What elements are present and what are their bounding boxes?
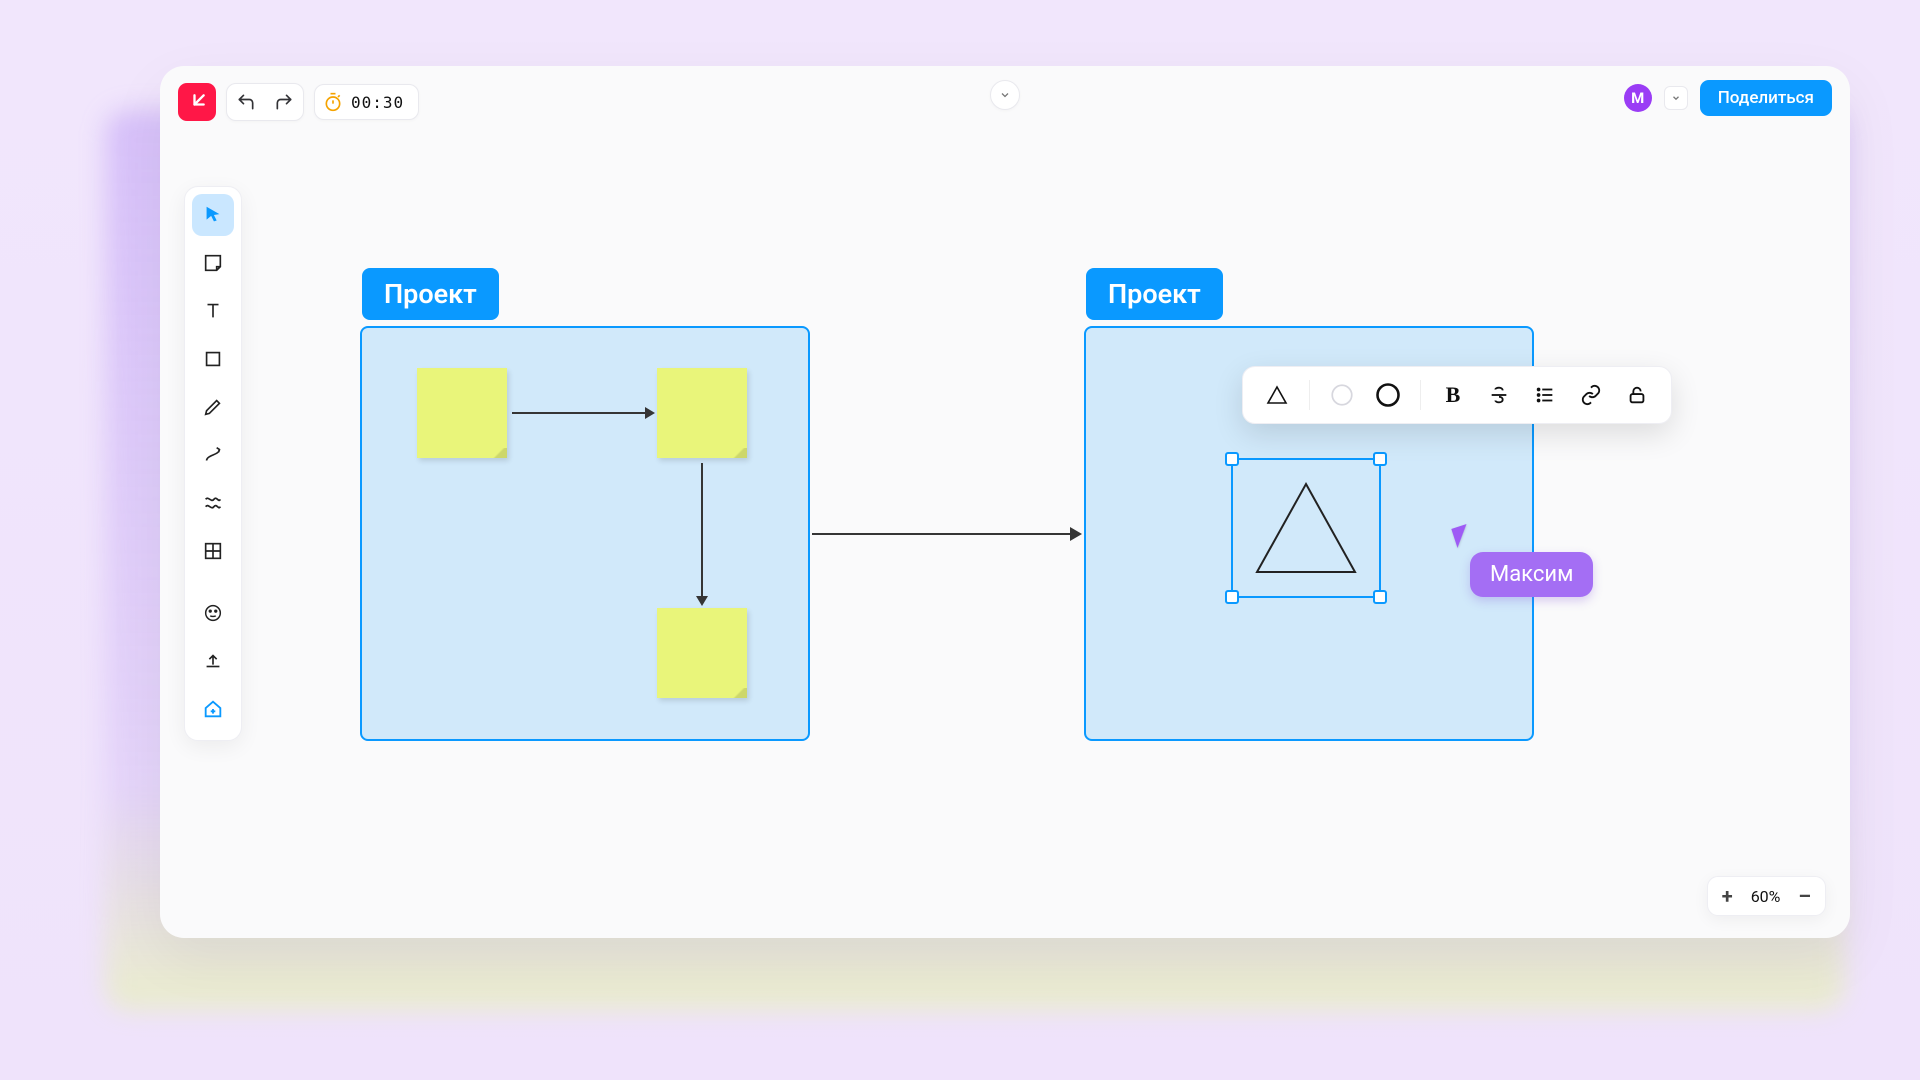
circle-thick-icon	[1374, 381, 1402, 409]
selection-handle[interactable]	[1225, 452, 1239, 466]
arrow-line	[701, 463, 703, 598]
cursor-icon	[1451, 524, 1472, 548]
frame-2-label[interactable]: Проект	[1086, 268, 1223, 320]
canvas[interactable]: Проект Проект	[160, 66, 1850, 938]
link-icon	[1580, 384, 1602, 406]
selection-handle[interactable]	[1373, 452, 1387, 466]
lock-open-icon	[1626, 384, 1648, 406]
zoom-in-button[interactable]: +	[1722, 884, 1733, 908]
toolbar-separator	[1420, 380, 1421, 410]
bold-icon: B	[1446, 382, 1461, 408]
link-button[interactable]	[1573, 377, 1609, 413]
selection-box[interactable]	[1231, 458, 1381, 598]
strikethrough-icon	[1488, 384, 1510, 406]
shape-triangle-button[interactable]	[1259, 377, 1295, 413]
sticky-note[interactable]	[657, 368, 747, 458]
toolbar-separator	[1309, 380, 1310, 410]
arrow-head-icon	[696, 596, 708, 606]
selection-handle[interactable]	[1225, 590, 1239, 604]
triangle-shape[interactable]	[1251, 478, 1361, 578]
list-button[interactable]	[1527, 377, 1563, 413]
arrow-head-icon	[1070, 527, 1082, 541]
remote-cursor	[1454, 526, 1470, 546]
sticky-note[interactable]	[657, 608, 747, 698]
sticky-note[interactable]	[417, 368, 507, 458]
fill-color-button[interactable]	[1370, 377, 1406, 413]
bold-button[interactable]: B	[1435, 377, 1471, 413]
zoom-control: + 60% –	[1707, 876, 1826, 916]
arrow-head-icon	[645, 407, 655, 419]
strikethrough-button[interactable]	[1481, 377, 1517, 413]
arrow-line	[812, 533, 1072, 535]
frame-1-label[interactable]: Проект	[362, 268, 499, 320]
frame-1[interactable]: Проект	[360, 326, 810, 741]
app-window: 00:30 М Поделиться	[160, 66, 1850, 938]
circle-outline-icon	[1329, 382, 1355, 408]
remote-user-tag: Максим	[1470, 552, 1593, 597]
zoom-out-button[interactable]: –	[1798, 884, 1811, 908]
zoom-value: 60%	[1751, 887, 1781, 906]
selection-handle[interactable]	[1373, 590, 1387, 604]
remote-user-name: Максим	[1490, 562, 1573, 587]
triangle-icon	[1265, 383, 1289, 407]
context-toolbar: B	[1242, 366, 1672, 424]
list-icon	[1534, 384, 1556, 406]
arrow-line	[512, 412, 647, 414]
lock-button[interactable]	[1619, 377, 1655, 413]
stroke-color-button[interactable]	[1324, 377, 1360, 413]
